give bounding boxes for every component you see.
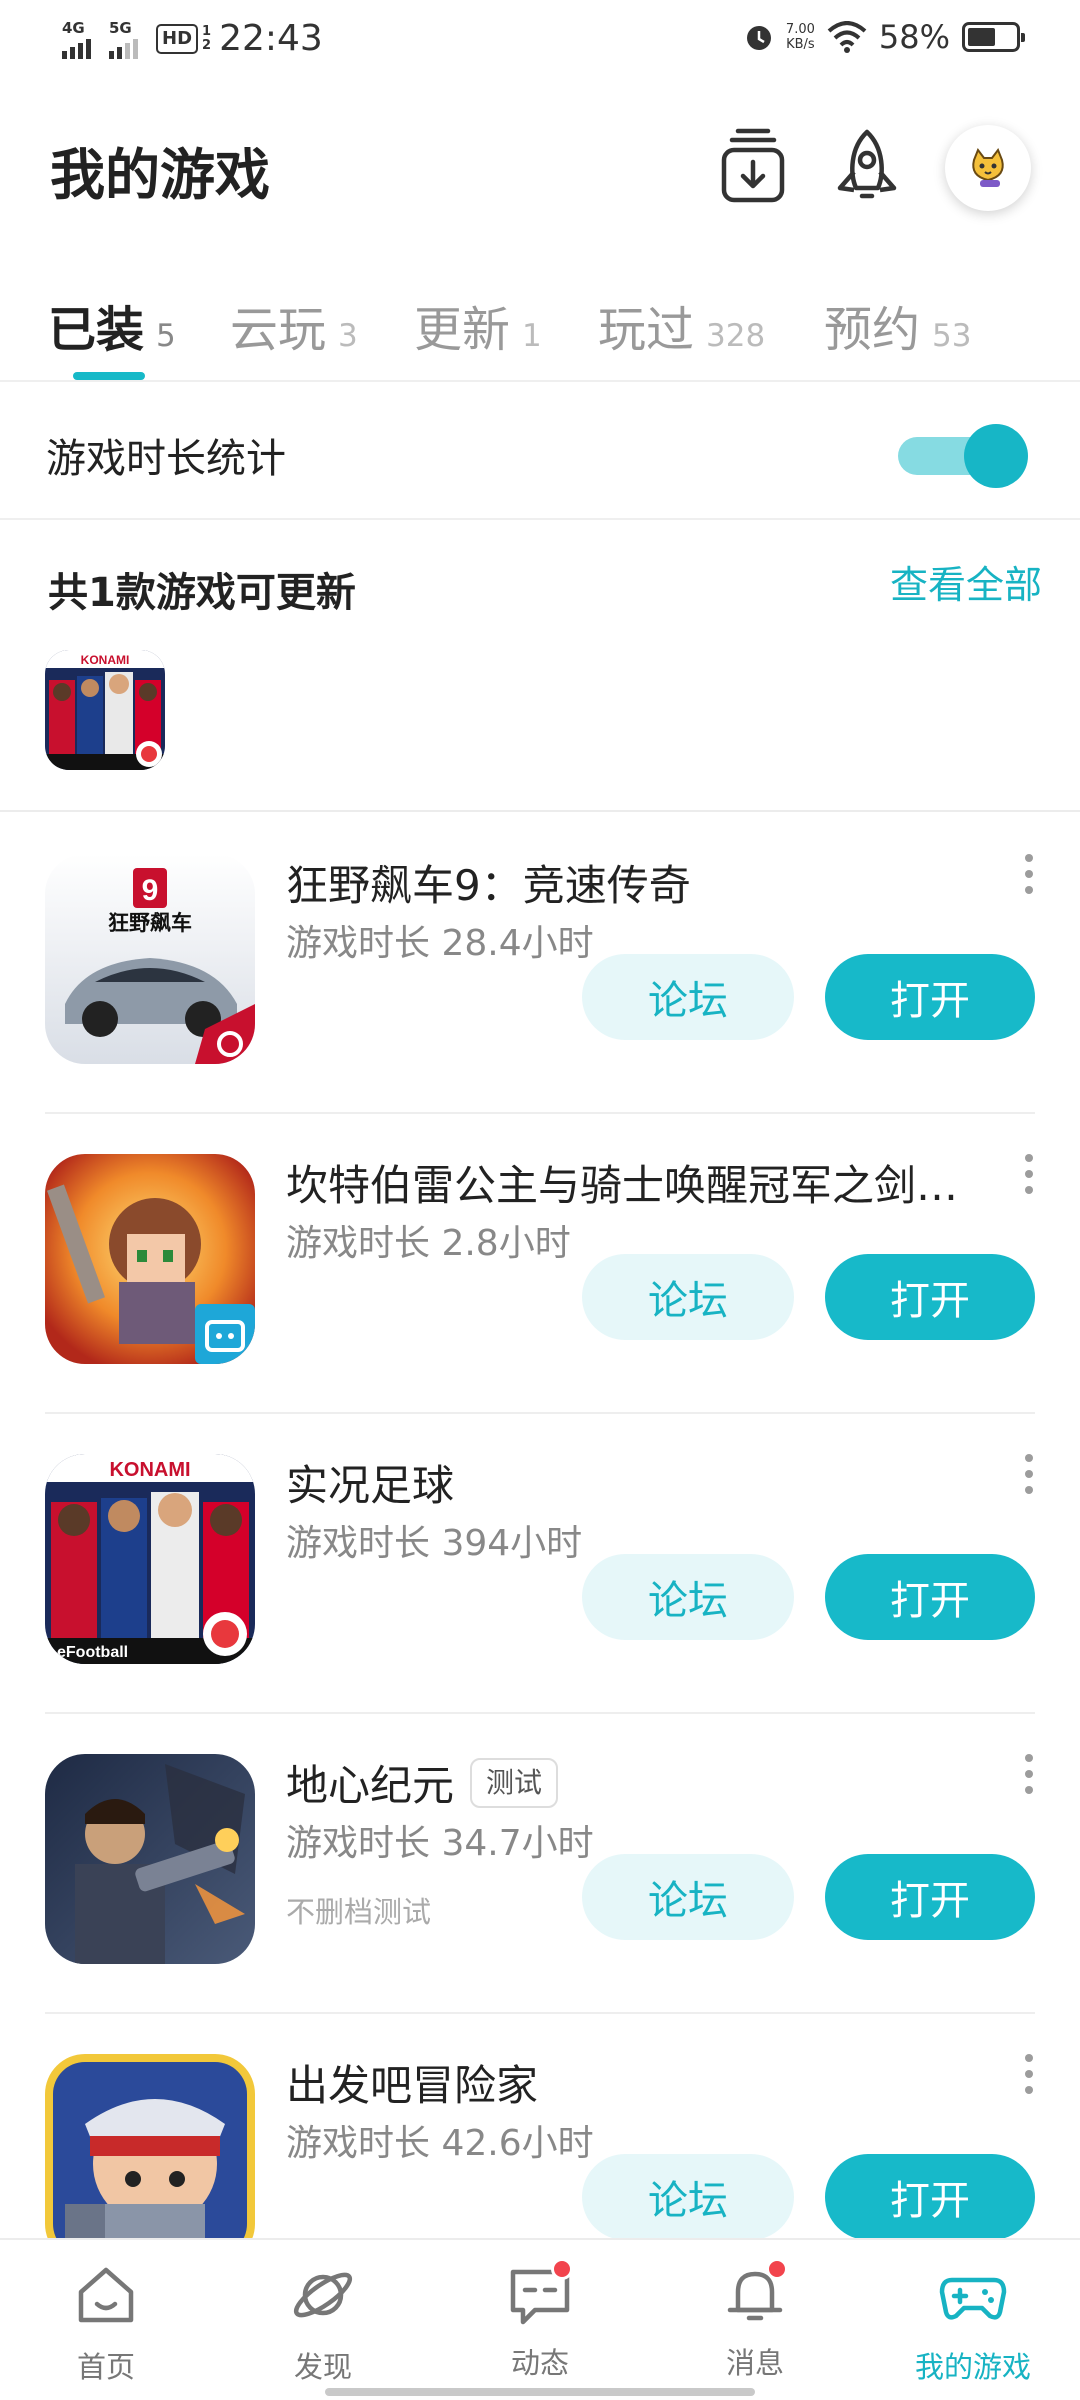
game-item[interactable]: KONAMI eFootball 实况足球 游戏时长 394小时 论坛 打开 [0,1414,1080,1714]
forum-button[interactable]: 论坛 [582,1254,794,1340]
battery-percent: 58% [878,18,950,56]
tab-bar: 已装 5 云玩 3 更新 1 玩过 328 预约 53 [0,280,1080,382]
nav-messages[interactable]: 消息 [680,2258,830,2382]
avatar[interactable] [945,125,1031,211]
nav-home[interactable]: 首页 [31,2260,181,2386]
forum-button[interactable]: 论坛 [582,954,794,1040]
notification-badge [766,2258,788,2280]
forum-button[interactable]: 论坛 [582,2154,794,2240]
signal-5g-icon: 5G [109,19,138,59]
tab-reserved[interactable]: 预约 53 [824,290,971,360]
gesture-home-bar[interactable] [325,2388,755,2396]
game-note: 不删档测试 [286,1895,432,1929]
game-playtime: 游戏时长 42.6小时 [286,2123,594,2164]
gamepad-icon [939,2277,1007,2320]
nav-feed[interactable]: 动态 [465,2258,615,2382]
tab-cloud-play[interactable]: 云玩 3 [230,290,358,360]
view-all-link[interactable]: 查看全部 [890,554,1042,609]
update-section: 共1款游戏可更新 查看全部 KONAMI [0,522,1080,812]
status-bar: 4G 5G HD 12 22:43 7.00 KB/s 58% [0,0,1080,84]
planet-icon [293,2272,353,2318]
page-title: 我的游戏 [50,143,271,207]
nav-my-games[interactable]: 我的游戏 [898,2260,1048,2386]
svg-text:eFootball: eFootball [57,1644,128,1661]
game-icon-dixin-jiyuan [45,1754,255,1964]
playtime-stats-label: 游戏时长统计 [46,436,286,482]
notification-badge [551,2258,573,2280]
game-name: 狂野飙车9：竞速传奇 [286,861,691,910]
game-item[interactable]: 地心纪元 测试 游戏时长 34.7小时 不删档测试 论坛 打开 [0,1714,1080,2014]
svg-text:KONAMI: KONAMI [81,653,130,667]
more-options-icon[interactable] [1014,1454,1044,1514]
game-playtime: 游戏时长 394小时 [286,1523,583,1564]
game-icon-asphalt: 9 狂野飙车 [45,854,255,1064]
download-manager-icon[interactable] [718,128,788,204]
game-playtime: 游戏时长 28.4小时 [286,923,594,964]
avatar-cat-icon [972,147,1004,187]
update-section-title: 共1款游戏可更新 [48,570,356,616]
game-icon-adventurer [45,2054,255,2264]
alarm-icon [746,26,771,50]
tab-updates[interactable]: 更新 1 [414,290,542,360]
open-button[interactable]: 打开 [825,2154,1035,2240]
more-options-icon[interactable] [1014,854,1044,914]
forum-button[interactable]: 论坛 [582,1554,794,1640]
update-game-icon[interactable]: KONAMI [45,650,165,770]
tab-indicator [73,372,145,380]
more-options-icon[interactable] [1014,2054,1044,2114]
game-icon-efootball: KONAMI eFootball [45,1454,255,1664]
forum-button[interactable]: 论坛 [582,1854,794,1940]
playtime-stats-toggle[interactable] [898,424,1030,488]
open-button[interactable]: 打开 [825,1254,1035,1340]
open-button[interactable]: 打开 [825,954,1035,1040]
test-tag-badge: 测试 [470,1757,559,1808]
game-name: 坎特伯雷公主与骑士唤醒冠军之剑… [286,1161,959,1210]
battery-icon [962,22,1025,52]
nav-discover[interactable]: 发现 [248,2260,398,2386]
game-name: 出发吧冒险家 [286,2061,539,2110]
network-speed: 7.00 KB/s [785,22,815,52]
tab-installed[interactable]: 已装 5 [48,290,176,360]
hd-voice-icon: HD [156,23,199,54]
game-name: 地心纪元 测试 [286,1752,559,1813]
open-button[interactable]: 打开 [825,1854,1035,1940]
svg-text:9: 9 [142,874,159,907]
playtime-stats-row: 游戏时长统计 [0,384,1080,520]
bottom-nav: 首页 发现 动态 消息 我的游戏 [0,2238,1080,2400]
clock: 22:43 [219,18,323,59]
game-item[interactable]: 9 狂野飙车 狂野飙车9：竞速传奇 游戏时长 28.4小时 论坛 打开 [0,814,1080,1114]
game-playtime: 游戏时长 2.8小时 [286,1223,571,1264]
game-playtime: 游戏时长 34.7小时 [286,1823,594,1864]
more-options-icon[interactable] [1014,1754,1044,1814]
hd-sim-number: 12 [202,23,212,53]
game-icon-guardian-tales [45,1154,255,1364]
more-options-icon[interactable] [1014,1154,1044,1214]
game-item[interactable]: 坎特伯雷公主与骑士唤醒冠军之剑… 游戏时长 2.8小时 论坛 打开 [0,1114,1080,1414]
tab-played[interactable]: 玩过 328 [598,290,765,360]
svg-text:KONAMI: KONAMI [109,1459,190,1481]
open-button[interactable]: 打开 [825,1554,1035,1640]
signal-4g-icon: 4G [62,19,91,59]
home-icon [78,2267,134,2323]
rocket-icon[interactable] [832,128,902,204]
game-name: 实况足球 [286,1461,455,1510]
wifi-icon [827,21,867,53]
svg-text:狂野飙车: 狂野飙车 [108,911,192,935]
